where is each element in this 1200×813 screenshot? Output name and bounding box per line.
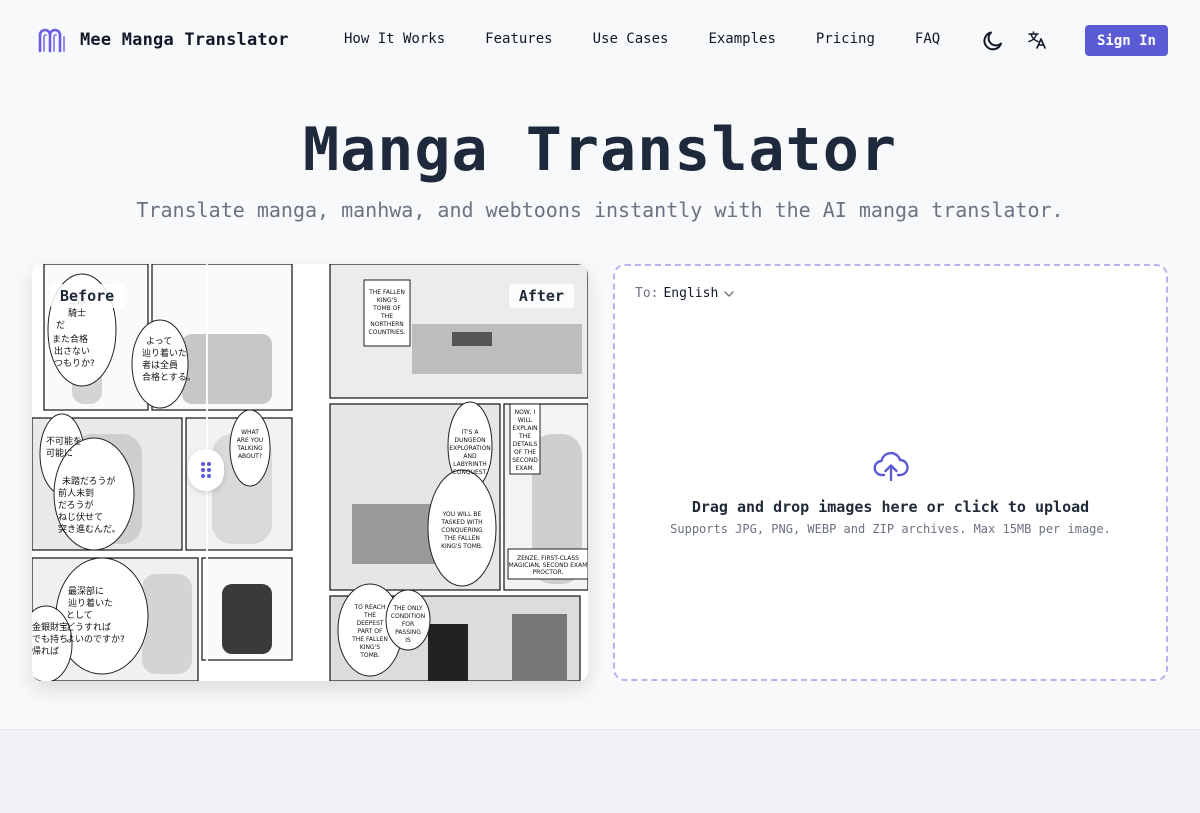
svg-text:CONQUEST.: CONQUEST. (453, 469, 488, 476)
svg-text:どうすれば: どうすれば (66, 622, 111, 633)
svg-text:合格とする。: 合格とする。 (142, 371, 196, 383)
svg-text:FOR: FOR (402, 621, 414, 628)
svg-text:KING'S: KING'S (377, 297, 397, 304)
svg-text:として: として (66, 610, 93, 621)
upload-dropzone[interactable]: To: English Drag and drop images here or… (613, 264, 1168, 681)
svg-text:WHAT: WHAT (241, 429, 259, 436)
svg-text:NORTHERN: NORTHERN (370, 321, 404, 328)
drag-handle-icon (201, 462, 211, 478)
svg-text:だ: だ (56, 320, 65, 331)
translate-icon[interactable] (1027, 29, 1047, 51)
svg-text:COUNTRIES.: COUNTRIES. (369, 329, 406, 336)
svg-text:THE: THE (363, 612, 376, 619)
next-section-band (0, 729, 1200, 813)
comparison-slider-handle[interactable] (188, 449, 224, 491)
upload-instruction: Drag and drop images here or click to up… (691, 498, 1090, 516)
cloud-upload-icon (873, 451, 909, 482)
svg-text:DETAILS: DETAILS (513, 441, 538, 448)
svg-text:TO REACH: TO REACH (354, 604, 386, 611)
svg-text:金銀財宝: 金銀財宝 (32, 621, 68, 633)
svg-text:TOMB OF: TOMB OF (372, 305, 401, 312)
svg-text:MAGICIAN, SECOND EXAM: MAGICIAN, SECOND EXAM (509, 562, 588, 569)
svg-text:よって: よって (146, 336, 172, 347)
svg-text:THE: THE (518, 433, 531, 440)
before-label: Before (50, 284, 125, 308)
svg-text:DUNGEON: DUNGEON (454, 437, 485, 444)
svg-text:THE FALLEN: THE FALLEN (351, 636, 388, 643)
svg-text:EXAM.: EXAM. (515, 465, 534, 472)
after-label: After (508, 284, 574, 308)
svg-text:最深部に: 最深部に (68, 585, 104, 597)
svg-text:TALKING: TALKING (236, 445, 263, 452)
svg-text:NOW, I: NOW, I (515, 409, 536, 416)
nav-links: How It Works Features Use Cases Examples… (344, 31, 940, 47)
upload-hint: Supports JPG, PNG, WEBP and ZIP archives… (670, 522, 1111, 536)
selected-language: English (663, 286, 719, 301)
page-title: Manga Translator (303, 115, 897, 185)
svg-text:辿り着いた: 辿り着いた (68, 597, 113, 609)
svg-text:ねじ伏せて: ねじ伏せて (58, 511, 103, 523)
svg-text:者は全員: 者は全員 (142, 359, 178, 371)
svg-text:DEEPEST: DEEPEST (356, 620, 383, 627)
svg-text:KING'S TOMB.: KING'S TOMB. (441, 543, 483, 550)
svg-text:よいのですか?: よいのですか? (66, 634, 125, 645)
target-language-select[interactable]: To: English (635, 286, 735, 301)
svg-text:可能に: 可能に (46, 447, 73, 459)
svg-text:ZENZE, FIRST-CLASS: ZENZE, FIRST-CLASS (517, 555, 579, 562)
svg-text:でも持ち: でも持ち (32, 633, 68, 645)
m-logo-icon (38, 28, 65, 53)
moon-icon[interactable] (981, 29, 1005, 53)
svg-text:LABYRINTH: LABYRINTH (453, 461, 487, 468)
svg-text:未踏だろうが: 未踏だろうが (62, 475, 115, 487)
nav-link-pricing[interactable]: Pricing (816, 31, 875, 47)
svg-text:帰れば: 帰れば (32, 645, 59, 657)
before-after-comparison[interactable]: こは騎士だ また合格出さないつもりか? よって辿り着いた者は全員合格とする。 不… (32, 264, 588, 681)
manga-pages-illustration: こは騎士だ また合格出さないつもりか? よって辿り着いた者は全員合格とする。 不… (32, 264, 588, 681)
svg-text:CONQUERING: CONQUERING (441, 527, 483, 534)
svg-text:不可能を: 不可能を (46, 435, 82, 447)
svg-text:WILL: WILL (518, 417, 533, 424)
svg-text:つもりか?: つもりか? (54, 358, 95, 369)
svg-text:また合格: また合格 (52, 333, 88, 345)
svg-text:PROCTOR.: PROCTOR. (533, 569, 564, 576)
nav-link-features[interactable]: Features (485, 31, 552, 47)
svg-text:THE ONLY: THE ONLY (392, 605, 423, 612)
svg-text:前人未到: 前人未到 (58, 487, 94, 499)
brand-name: Mee Manga Translator (80, 30, 289, 50)
svg-text:THE FALLEN: THE FALLEN (368, 289, 405, 296)
top-nav: Mee Manga Translator How It Works Featur… (0, 0, 1200, 80)
svg-text:PASSING: PASSING (395, 629, 421, 636)
svg-text:AND: AND (463, 453, 477, 460)
svg-text:IT'S A: IT'S A (462, 429, 480, 436)
sign-in-button[interactable]: Sign In (1085, 25, 1168, 56)
svg-text:SECOND: SECOND (512, 457, 538, 464)
brand[interactable]: Mee Manga Translator (37, 27, 289, 53)
page-subtitle: Translate manga, manhwa, and webtoons in… (136, 198, 1064, 222)
svg-text:THE: THE (380, 313, 393, 320)
svg-text:ARE YOU: ARE YOU (237, 437, 263, 444)
svg-text:EXPLAIN: EXPLAIN (512, 425, 537, 432)
nav-link-faq[interactable]: FAQ (915, 31, 940, 47)
svg-text:突き進むんだ。: 突き進むんだ。 (58, 523, 121, 535)
svg-text:PART OF: PART OF (358, 628, 383, 635)
svg-text:CONDITION: CONDITION (391, 613, 425, 620)
svg-text:辿り着いた: 辿り着いた (142, 347, 187, 359)
svg-text:だろうが: だろうが (58, 499, 93, 511)
svg-text:YOU WILL BE: YOU WILL BE (442, 511, 482, 518)
nav-link-use-cases[interactable]: Use Cases (593, 31, 669, 47)
svg-text:EXPLORATION: EXPLORATION (449, 445, 491, 452)
svg-text:KING'S: KING'S (360, 644, 380, 651)
svg-text:TASKED WITH: TASKED WITH (440, 519, 482, 526)
nav-link-how-it-works[interactable]: How It Works (344, 31, 445, 47)
to-label: To: (635, 286, 659, 301)
svg-text:騎士: 騎士 (68, 307, 86, 319)
svg-text:IS: IS (405, 637, 411, 644)
svg-text:出さない: 出さない (54, 345, 90, 357)
chevron-down-icon (724, 290, 734, 297)
svg-text:TOMB.: TOMB. (359, 652, 380, 659)
svg-text:OF THE: OF THE (514, 449, 536, 456)
svg-text:THE FALLEN: THE FALLEN (443, 535, 480, 542)
svg-text:ABOUT?: ABOUT? (238, 453, 262, 460)
nav-link-examples[interactable]: Examples (708, 31, 775, 47)
